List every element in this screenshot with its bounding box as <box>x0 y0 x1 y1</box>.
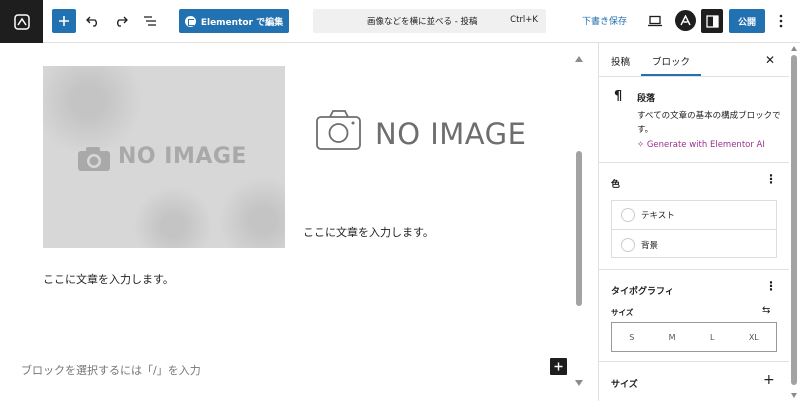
color-swatch <box>621 208 635 222</box>
color-panel-title: 色 <box>611 180 621 190</box>
halftone-decoration <box>218 176 285 248</box>
scroll-down-arrow-icon[interactable] <box>575 380 583 386</box>
block-title: 段落 <box>637 94 656 104</box>
more-vertical-icon <box>779 14 783 28</box>
camera-outline-icon <box>316 110 361 150</box>
typography-options-button[interactable]: ⋮ <box>765 280 777 292</box>
settings-sidebar-toggle[interactable] <box>701 9 723 33</box>
document-overview-button[interactable] <box>140 8 160 34</box>
undo-button[interactable] <box>83 8 103 34</box>
image-block-right[interactable]: NO IMAGE <box>315 103 530 163</box>
halftone-decoration <box>43 66 143 156</box>
astra-settings-icon[interactable] <box>675 10 696 31</box>
font-size-picker: S M L XL <box>611 322 777 352</box>
publish-button[interactable]: 公開 <box>729 9 765 33</box>
block-description: すべての文章の基本の構成ブロックです。 <box>637 111 781 135</box>
paragraph-icon: ¶ <box>614 89 623 104</box>
size-option-l[interactable]: L <box>710 333 714 342</box>
sidebar-scrollbar[interactable] <box>790 43 799 401</box>
elementor-ai-label: Generate with Elementor AI <box>646 140 765 150</box>
elementor-icon <box>184 15 196 27</box>
paragraph-block-left[interactable]: ここに文章を入力します。 <box>43 271 174 287</box>
camera-icon <box>78 147 110 171</box>
preview-button[interactable] <box>645 8 665 34</box>
editor-header: Elementor で編集 画像などを横に並べる - 投稿 Ctrl+K 下書き… <box>0 0 800 43</box>
dimensions-panel[interactable]: サイズ + <box>599 362 789 401</box>
site-logo-icon[interactable] <box>0 0 43 43</box>
tab-post[interactable]: 投稿 <box>611 54 630 68</box>
scrollbar-thumb[interactable] <box>791 55 797 385</box>
sparkle-icon: ✧ <box>637 140 647 150</box>
color-settings-list: テキスト 背景 <box>611 200 777 258</box>
plus-icon <box>59 16 69 26</box>
sidebar-tabs: 投稿 ブロック ✕ <box>599 43 789 77</box>
scroll-up-arrow-icon[interactable] <box>575 56 583 62</box>
desktop-preview-icon <box>648 15 662 27</box>
dimensions-panel-title: サイズ <box>611 380 638 390</box>
elementor-button-label: Elementor で編集 <box>200 17 284 28</box>
font-size-label: サイズ <box>611 308 634 317</box>
redo-button[interactable] <box>111 8 131 34</box>
canvas-scrollbar[interactable] <box>575 56 584 386</box>
tab-block[interactable]: ブロック <box>652 54 690 68</box>
size-option-m[interactable]: M <box>669 333 676 342</box>
editor-canvas: NO IMAGE NO IMAGE ここに文章を入力します。 ここに文章を入力し… <box>0 43 590 401</box>
settings-sidebar: 投稿 ブロック ✕ ¶ 段落 すべての文章の基本の構成ブロックです。 ✧ Gen… <box>598 43 800 401</box>
color-options-button[interactable]: ⋮ <box>765 173 777 185</box>
scroll-up-arrow-icon[interactable] <box>791 46 797 51</box>
typography-panel-title: タイポグラフィ <box>611 287 674 297</box>
color-text-item[interactable]: テキスト <box>612 201 776 230</box>
no-image-label: NO IMAGE <box>118 144 247 169</box>
options-menu-button[interactable] <box>773 8 789 34</box>
block-card: ¶ 段落 すべての文章の基本の構成ブロックです。 ✧ Generate with… <box>599 77 789 163</box>
plus-icon <box>554 362 563 371</box>
sidebar-icon <box>705 14 719 28</box>
save-draft-button[interactable]: 下書き保存 <box>582 14 627 27</box>
active-tab-indicator <box>641 74 701 76</box>
elementor-ai-link[interactable]: ✧ Generate with Elementor AI <box>637 140 765 150</box>
color-item-label: 背景 <box>641 240 659 251</box>
color-background-item[interactable]: 背景 <box>612 230 776 259</box>
image-block-left[interactable]: NO IMAGE <box>43 66 285 248</box>
paragraph-block-right[interactable]: ここに文章を入力します。 <box>303 224 434 240</box>
halftone-decoration <box>133 186 213 248</box>
plus-icon[interactable]: + <box>763 372 775 388</box>
redo-icon <box>117 16 128 27</box>
color-panel: 色 ⋮ テキスト 背景 <box>599 163 789 270</box>
keyboard-shortcut: Ctrl+K <box>510 15 538 25</box>
document-title: 画像などを横に並べる - 投稿 <box>367 17 478 27</box>
command-palette-bar[interactable]: 画像などを横に並べる - 投稿 Ctrl+K <box>313 9 546 33</box>
custom-size-toggle-icon[interactable]: ⇆ <box>762 305 770 316</box>
edit-with-elementor-button[interactable]: Elementor で編集 <box>179 9 289 33</box>
typography-panel: タイポグラフィ ⋮ サイズ ⇆ S M L XL <box>599 270 789 362</box>
close-sidebar-button[interactable]: ✕ <box>765 53 775 67</box>
add-block-button[interactable] <box>550 358 567 375</box>
no-image-label: NO IMAGE <box>375 117 527 151</box>
default-block-appender[interactable]: ブロックを選択するには「/」を入力 <box>21 362 201 378</box>
scroll-down-arrow-icon[interactable] <box>791 393 797 398</box>
size-option-s[interactable]: S <box>629 333 634 342</box>
size-option-xl[interactable]: XL <box>749 333 759 342</box>
list-view-icon <box>144 16 156 26</box>
color-swatch <box>621 237 635 252</box>
scrollbar-thumb[interactable] <box>576 151 582 306</box>
block-inserter-button[interactable] <box>52 9 76 33</box>
color-item-label: テキスト <box>641 211 675 221</box>
undo-icon <box>86 16 97 27</box>
